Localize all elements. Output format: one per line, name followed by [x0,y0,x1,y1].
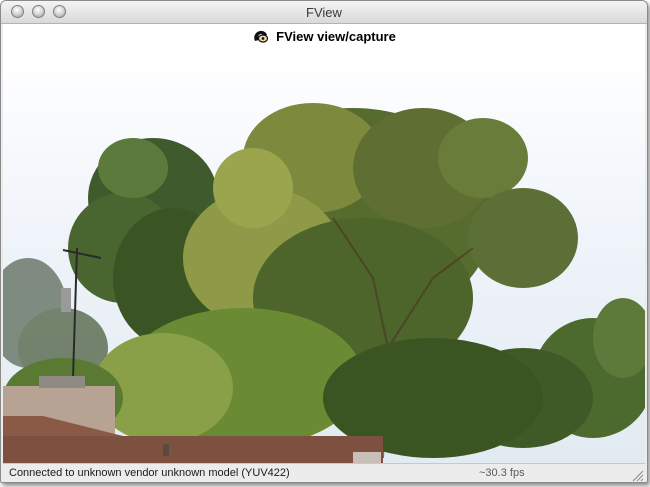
camera-frame [3,48,645,463]
view-title: FView view/capture [276,28,396,44]
view-header: FView view/capture [3,24,645,48]
app-window: FView FView view/capture Connected to un… [0,0,648,483]
connection-status: Connected to unknown vendor unknown mode… [9,467,290,479]
resize-grip-icon[interactable] [630,468,644,482]
status-bar: Connected to unknown vendor unknown mode… [3,463,645,482]
window-title: FView [306,5,342,20]
camera-app-icon [252,28,270,44]
title-bar[interactable]: FView [1,1,647,24]
video-view[interactable] [3,48,645,463]
fps-readout: ~30.3 fps [479,467,525,479]
